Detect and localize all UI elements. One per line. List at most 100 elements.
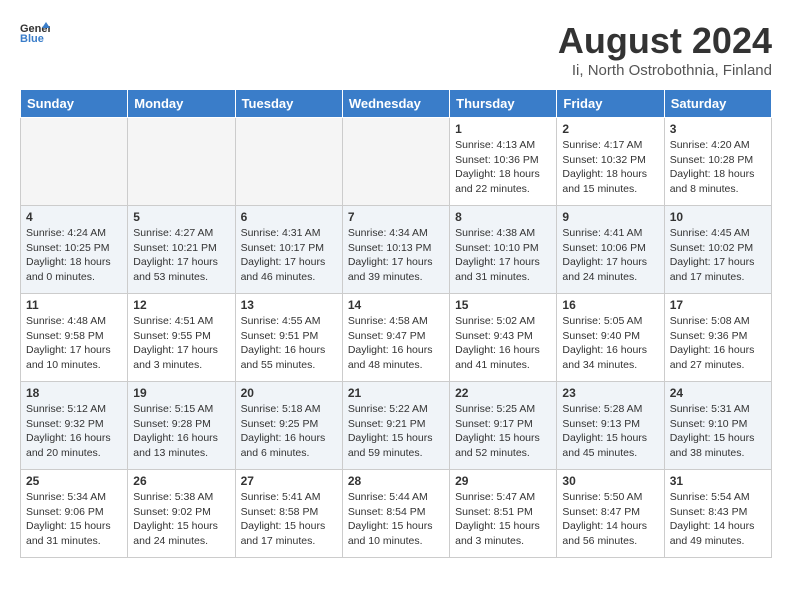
calendar-cell: 4 Sunrise: 4:24 AM Sunset: 10:25 PM Dayli… <box>21 206 128 294</box>
calendar-cell <box>128 118 235 206</box>
day-number: 26 <box>133 474 229 488</box>
calendar-cell: 7 Sunrise: 4:34 AM Sunset: 10:13 PM Dayli… <box>342 206 449 294</box>
day-info: Sunrise: 5:54 AM Sunset: 8:43 PM Dayligh… <box>670 490 766 549</box>
day-info: Sunrise: 5:31 AM Sunset: 9:10 PM Dayligh… <box>670 402 766 461</box>
day-info: Sunrise: 5:28 AM Sunset: 9:13 PM Dayligh… <box>562 402 658 461</box>
day-number: 16 <box>562 298 658 312</box>
day-number: 8 <box>455 210 551 224</box>
calendar-cell: 26 Sunrise: 5:38 AM Sunset: 9:02 PM Dayli… <box>128 470 235 558</box>
day-info: Sunrise: 4:13 AM Sunset: 10:36 PM Daylig… <box>455 138 551 197</box>
day-info: Sunrise: 5:18 AM Sunset: 9:25 PM Dayligh… <box>241 402 337 461</box>
calendar-cell: 13 Sunrise: 4:55 AM Sunset: 9:51 PM Dayli… <box>235 294 342 382</box>
day-info: Sunrise: 4:34 AM Sunset: 10:13 PM Daylig… <box>348 226 444 285</box>
calendar-cell: 2 Sunrise: 4:17 AM Sunset: 10:32 PM Dayli… <box>557 118 664 206</box>
day-number: 18 <box>26 386 122 400</box>
day-number: 31 <box>670 474 766 488</box>
day-number: 11 <box>26 298 122 312</box>
day-number: 20 <box>241 386 337 400</box>
day-number: 15 <box>455 298 551 312</box>
calendar-cell: 11 Sunrise: 4:48 AM Sunset: 9:58 PM Dayli… <box>21 294 128 382</box>
calendar-cell: 27 Sunrise: 5:41 AM Sunset: 8:58 PM Dayli… <box>235 470 342 558</box>
calendar-cell: 9Sunrise: 4:41 AM Sunset: 10:06 PM Dayli… <box>557 206 664 294</box>
day-header-saturday: Saturday <box>664 90 771 118</box>
day-info: Sunrise: 4:24 AM Sunset: 10:25 PM Daylig… <box>26 226 122 285</box>
calendar-cell: 28Sunrise: 5:44 AM Sunset: 8:54 PM Dayli… <box>342 470 449 558</box>
day-info: Sunrise: 4:17 AM Sunset: 10:32 PM Daylig… <box>562 138 658 197</box>
day-info: Sunrise: 4:58 AM Sunset: 9:47 PM Dayligh… <box>348 314 444 373</box>
calendar-cell: 23 Sunrise: 5:28 AM Sunset: 9:13 PM Dayli… <box>557 382 664 470</box>
day-number: 21 <box>348 386 444 400</box>
day-number: 22 <box>455 386 551 400</box>
calendar-cell: 1 Sunrise: 4:13 AM Sunset: 10:36 PM Dayli… <box>450 118 557 206</box>
day-number: 24 <box>670 386 766 400</box>
day-info: Sunrise: 5:08 AM Sunset: 9:36 PM Dayligh… <box>670 314 766 373</box>
month-title: August 2024 <box>558 20 772 62</box>
calendar-cell: 18 Sunrise: 5:12 AM Sunset: 9:32 PM Dayli… <box>21 382 128 470</box>
calendar-cell: 3Sunrise: 4:20 AM Sunset: 10:28 PM Dayli… <box>664 118 771 206</box>
title-block: August 2024 Ii, North Ostrobothnia, Finl… <box>558 20 772 79</box>
calendar-cell <box>235 118 342 206</box>
day-number: 25 <box>26 474 122 488</box>
day-info: Sunrise: 4:45 AM Sunset: 10:02 PM Daylig… <box>670 226 766 285</box>
day-number: 13 <box>241 298 337 312</box>
day-info: Sunrise: 5:34 AM Sunset: 9:06 PM Dayligh… <box>26 490 122 549</box>
day-number: 27 <box>241 474 337 488</box>
day-info: Sunrise: 4:41 AM Sunset: 10:06 PM Daylig… <box>562 226 658 285</box>
day-info: Sunrise: 5:44 AM Sunset: 8:54 PM Dayligh… <box>348 490 444 549</box>
calendar-cell: 30 Sunrise: 5:50 AM Sunset: 8:47 PM Dayli… <box>557 470 664 558</box>
calendar-cell: 14 Sunrise: 4:58 AM Sunset: 9:47 PM Dayli… <box>342 294 449 382</box>
day-info: Sunrise: 4:27 AM Sunset: 10:21 PM Daylig… <box>133 226 229 285</box>
calendar-cell: 6 Sunrise: 4:31 AM Sunset: 10:17 PM Dayli… <box>235 206 342 294</box>
day-info: Sunrise: 4:55 AM Sunset: 9:51 PM Dayligh… <box>241 314 337 373</box>
calendar-cell: 5 Sunrise: 4:27 AM Sunset: 10:21 PM Dayli… <box>128 206 235 294</box>
day-header-thursday: Thursday <box>450 90 557 118</box>
calendar-cell: 16 Sunrise: 5:05 AM Sunset: 9:40 PM Dayli… <box>557 294 664 382</box>
week-row: 11 Sunrise: 4:48 AM Sunset: 9:58 PM Dayli… <box>21 294 772 382</box>
day-number: 6 <box>241 210 337 224</box>
day-info: Sunrise: 5:25 AM Sunset: 9:17 PM Dayligh… <box>455 402 551 461</box>
day-number: 10 <box>670 210 766 224</box>
day-number: 30 <box>562 474 658 488</box>
day-number: 17 <box>670 298 766 312</box>
week-row: 4 Sunrise: 4:24 AM Sunset: 10:25 PM Dayli… <box>21 206 772 294</box>
day-info: Sunrise: 5:22 AM Sunset: 9:21 PM Dayligh… <box>348 402 444 461</box>
day-info: Sunrise: 4:20 AM Sunset: 10:28 PM Daylig… <box>670 138 766 197</box>
day-header-wednesday: Wednesday <box>342 90 449 118</box>
day-info: Sunrise: 4:31 AM Sunset: 10:17 PM Daylig… <box>241 226 337 285</box>
day-number: 4 <box>26 210 122 224</box>
calendar-cell: 24 Sunrise: 5:31 AM Sunset: 9:10 PM Dayli… <box>664 382 771 470</box>
day-number: 1 <box>455 122 551 136</box>
day-number: 7 <box>348 210 444 224</box>
week-row: 1 Sunrise: 4:13 AM Sunset: 10:36 PM Dayli… <box>21 118 772 206</box>
day-number: 5 <box>133 210 229 224</box>
day-info: Sunrise: 5:50 AM Sunset: 8:47 PM Dayligh… <box>562 490 658 549</box>
day-info: Sunrise: 5:05 AM Sunset: 9:40 PM Dayligh… <box>562 314 658 373</box>
day-header-monday: Monday <box>128 90 235 118</box>
calendar-cell: 20 Sunrise: 5:18 AM Sunset: 9:25 PM Dayli… <box>235 382 342 470</box>
calendar-cell: 12Sunrise: 4:51 AM Sunset: 9:55 PM Dayli… <box>128 294 235 382</box>
day-info: Sunrise: 5:12 AM Sunset: 9:32 PM Dayligh… <box>26 402 122 461</box>
calendar-cell: 25 Sunrise: 5:34 AM Sunset: 9:06 PM Dayli… <box>21 470 128 558</box>
day-info: Sunrise: 5:38 AM Sunset: 9:02 PM Dayligh… <box>133 490 229 549</box>
calendar-cell: 29 Sunrise: 5:47 AM Sunset: 8:51 PM Dayli… <box>450 470 557 558</box>
day-number: 23 <box>562 386 658 400</box>
calendar-table: SundayMondayTuesdayWednesdayThursdayFrid… <box>20 89 772 558</box>
calendar-cell: 19Sunrise: 5:15 AM Sunset: 9:28 PM Dayli… <box>128 382 235 470</box>
logo-icon: General Blue <box>20 20 50 44</box>
header-row: SundayMondayTuesdayWednesdayThursdayFrid… <box>21 90 772 118</box>
location: Ii, North Ostrobothnia, Finland <box>558 62 772 79</box>
week-row: 25 Sunrise: 5:34 AM Sunset: 9:06 PM Dayli… <box>21 470 772 558</box>
calendar-cell <box>342 118 449 206</box>
day-info: Sunrise: 5:47 AM Sunset: 8:51 PM Dayligh… <box>455 490 551 549</box>
logo: General Blue <box>20 20 50 44</box>
day-number: 14 <box>348 298 444 312</box>
day-number: 2 <box>562 122 658 136</box>
day-info: Sunrise: 5:41 AM Sunset: 8:58 PM Dayligh… <box>241 490 337 549</box>
day-number: 29 <box>455 474 551 488</box>
day-info: Sunrise: 4:51 AM Sunset: 9:55 PM Dayligh… <box>133 314 229 373</box>
day-info: Sunrise: 5:02 AM Sunset: 9:43 PM Dayligh… <box>455 314 551 373</box>
svg-text:Blue: Blue <box>20 33 44 44</box>
calendar-cell: 15 Sunrise: 5:02 AM Sunset: 9:43 PM Dayli… <box>450 294 557 382</box>
day-info: Sunrise: 4:48 AM Sunset: 9:58 PM Dayligh… <box>26 314 122 373</box>
day-number: 19 <box>133 386 229 400</box>
